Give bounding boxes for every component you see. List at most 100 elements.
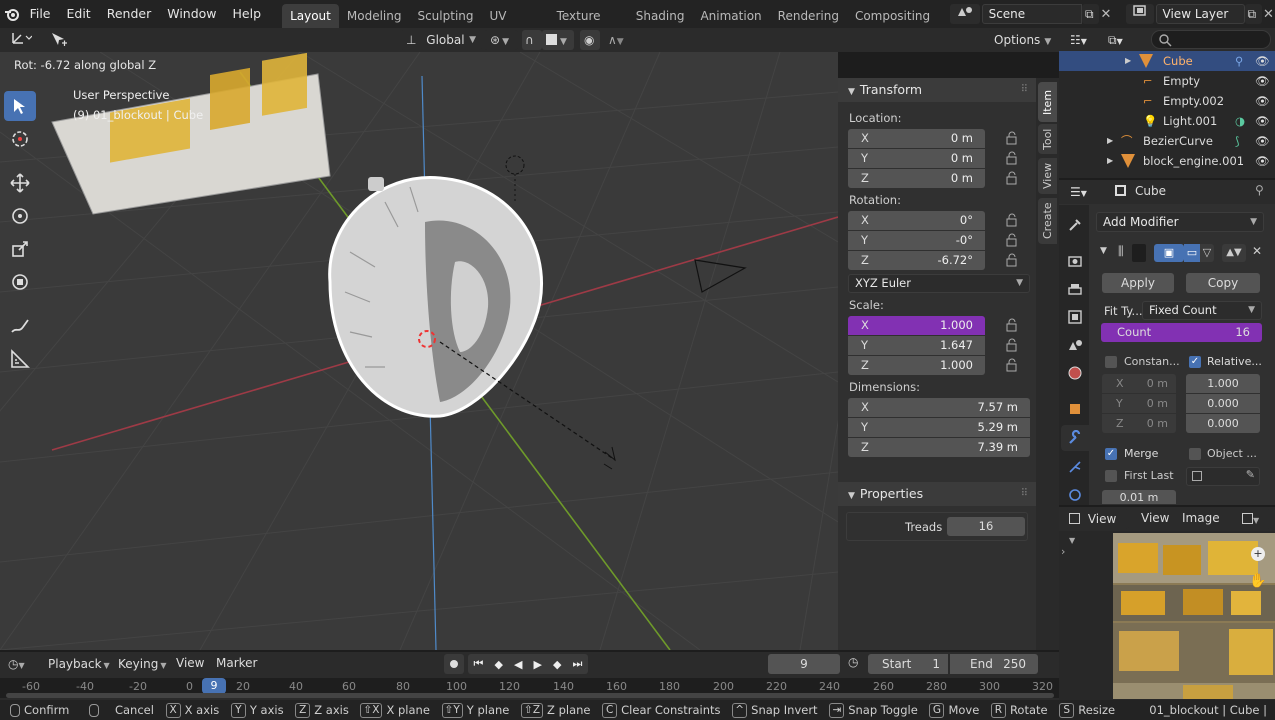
annotate-tool[interactable] [4, 311, 36, 341]
pivot-dropdown[interactable]: ⊛ ▼ [484, 30, 518, 50]
modifier-name-field[interactable] [1132, 244, 1146, 262]
prev-keyframe-icon[interactable]: ◆ [494, 658, 502, 671]
copy-button[interactable]: Copy [1186, 273, 1260, 293]
end-frame-field[interactable]: End 250 [950, 654, 1038, 674]
add-modifier-dropdown[interactable]: Add Modifier ▼ [1096, 212, 1264, 232]
constant-offset-y-field[interactable]: Y 0 m [1102, 394, 1176, 413]
reference-image[interactable]: + ✋ [1113, 533, 1275, 699]
tab-item[interactable]: Item [1038, 82, 1057, 122]
image-browse-button[interactable]: ▼ [1239, 509, 1271, 529]
editor-type-button[interactable] [4, 30, 36, 50]
eye-icon[interactable]: 👁 [1255, 91, 1270, 111]
scene-browse-button[interactable] [949, 4, 980, 24]
edit-mode-toggle[interactable]: ▣ [1154, 244, 1184, 262]
view-layer-field[interactable]: View Layer [1155, 4, 1245, 24]
scale-x-field[interactable]: X 1.000 [848, 316, 985, 335]
count-field[interactable]: Count 16 [1101, 323, 1262, 342]
view-layer-close-icon[interactable]: ✕ [1262, 7, 1275, 22]
lock-icon[interactable] [1005, 131, 1019, 145]
tab-create[interactable]: Create [1038, 198, 1057, 244]
options-dropdown[interactable]: Options ▼ [988, 30, 1051, 50]
snap-target-dropdown[interactable]: ▼ [542, 30, 574, 50]
outliner-item-beziercurve[interactable]: ▶ ⌒ BezierCurve ⟆ 👁 [1059, 131, 1275, 151]
eye-icon[interactable]: 👁 [1255, 131, 1270, 151]
rotation-z-field[interactable]: Z -6.72° [848, 251, 985, 270]
image-editor-type-button[interactable]: View ▼ [1065, 509, 1129, 545]
scene-close-icon[interactable]: ✕ [1099, 7, 1112, 22]
eye-icon[interactable]: 👁 [1255, 51, 1270, 71]
location-x-field[interactable]: X 0 m [848, 129, 985, 148]
3d-viewport[interactable]: Rot: -6.72 along global Z User Perspecti… [0, 52, 838, 650]
jump-end-icon[interactable]: ⏭ [573, 657, 583, 671]
realtime-toggle[interactable]: ▭ [1184, 244, 1200, 262]
measure-tool[interactable] [4, 344, 36, 374]
outliner-item-light-001[interactable]: 💡 Light.001 ◑ 👁 [1059, 111, 1275, 131]
timeline-scrollbar[interactable] [6, 693, 1054, 698]
relative-offset-y-field[interactable]: 0.000 [1186, 394, 1260, 413]
lock-icon[interactable] [1005, 358, 1019, 372]
location-z-field[interactable]: Z 0 m [848, 169, 985, 188]
lock-icon[interactable] [1005, 171, 1019, 185]
render-icon[interactable] [1067, 253, 1083, 269]
lock-icon[interactable] [1005, 253, 1019, 267]
eyedropper-icon[interactable]: ✎ [1246, 468, 1255, 481]
jump-start-icon[interactable]: ⏮ [474, 657, 484, 671]
move-up-down-icon[interactable]: ▲▼ [1222, 244, 1246, 262]
view-layer-browse-button[interactable] [1125, 4, 1154, 24]
outliner-item-empty[interactable]: ⌐ Empty 👁 [1059, 71, 1275, 91]
play-icon[interactable]: ▶ [534, 658, 542, 671]
outliner-item-block-engine-001[interactable]: ▶ block_engine.001 👁 [1059, 151, 1275, 171]
tab-animation[interactable]: Animation [692, 4, 769, 28]
transform-panel-header[interactable]: ▼ Transform ⠿ [838, 78, 1036, 102]
scale-z-field[interactable]: Z 1.000 [848, 356, 985, 375]
physics-icon[interactable] [1067, 487, 1083, 503]
menu-file[interactable]: File [22, 0, 59, 28]
chevron-down-icon[interactable]: ▼ [1100, 246, 1107, 256]
close-icon[interactable]: ✕ [1252, 244, 1262, 258]
play-reverse-icon[interactable]: ◀ [514, 658, 522, 671]
tab-rendering[interactable]: Rendering [770, 4, 847, 28]
expand-arrow-icon[interactable]: ▶ [1125, 51, 1131, 71]
tool-settings-icon[interactable] [1067, 217, 1083, 233]
menu-edit[interactable]: Edit [59, 0, 99, 28]
world-icon[interactable] [1067, 365, 1083, 381]
pan-hand-icon[interactable]: ✋ [1249, 573, 1266, 589]
menu-view[interactable]: View [1141, 511, 1169, 525]
expand-arrow-icon[interactable]: ▶ [1107, 151, 1113, 171]
scale-tool[interactable] [4, 234, 36, 264]
dimensions-x-field[interactable]: X 7.57 m [848, 398, 1030, 417]
expand-toolbar-icon[interactable]: › [1061, 545, 1065, 558]
eye-icon[interactable]: 👁 [1255, 71, 1270, 91]
frame-ruler[interactable]: -60 -40 -20 0 9 20 40 60 80 100 120 140 … [0, 678, 1059, 698]
scene-copy-icon[interactable]: ⧉ [1082, 4, 1100, 24]
record-button[interactable] [444, 654, 464, 674]
expand-arrow-icon[interactable]: ▶ [1107, 131, 1113, 151]
merge-distance-field[interactable]: 0.01 m [1102, 490, 1176, 504]
offset-object-field[interactable]: ✎ [1186, 467, 1260, 486]
constant-offset-x-field[interactable]: X 0 m [1102, 374, 1176, 393]
tab-tool[interactable]: Tool [1038, 124, 1057, 154]
timeline-editor-type-button[interactable]: ◷▼ [6, 654, 36, 674]
dimensions-y-field[interactable]: Y 5.29 m [848, 418, 1030, 437]
rotate-tool[interactable] [4, 201, 36, 231]
snap-toggle[interactable]: ∩ [522, 30, 542, 50]
tab-uv-editing[interactable]: UV Editing [482, 4, 549, 47]
fit-type-dropdown[interactable]: Fixed Count ▼ [1142, 301, 1262, 320]
start-frame-field[interactable]: Start 1 [868, 654, 948, 674]
eye-icon[interactable]: 👁 [1255, 111, 1270, 131]
menu-image[interactable]: Image [1182, 511, 1220, 525]
drag-handle-icon[interactable]: ⠿ [1021, 482, 1028, 506]
scale-y-field[interactable]: Y 1.647 [848, 336, 985, 355]
menu-view[interactable]: View [176, 656, 204, 670]
move-tool[interactable] [4, 168, 36, 198]
relative-offset-x-field[interactable]: 1.000 [1186, 374, 1260, 393]
render-toggle[interactable]: ▽ [1200, 244, 1214, 262]
falloff-dropdown[interactable]: ∧▼ [602, 30, 632, 50]
drag-handle-icon[interactable]: ⠿ [1021, 78, 1028, 102]
lock-icon[interactable] [1005, 213, 1019, 227]
transform-tool[interactable] [4, 267, 36, 297]
menu-marker[interactable]: Marker [216, 656, 257, 670]
current-frame-field[interactable]: 9 [768, 654, 840, 674]
keying-menu[interactable]: Keying ▼ [112, 654, 170, 674]
relative-offset-z-field[interactable]: 0.000 [1186, 414, 1260, 433]
